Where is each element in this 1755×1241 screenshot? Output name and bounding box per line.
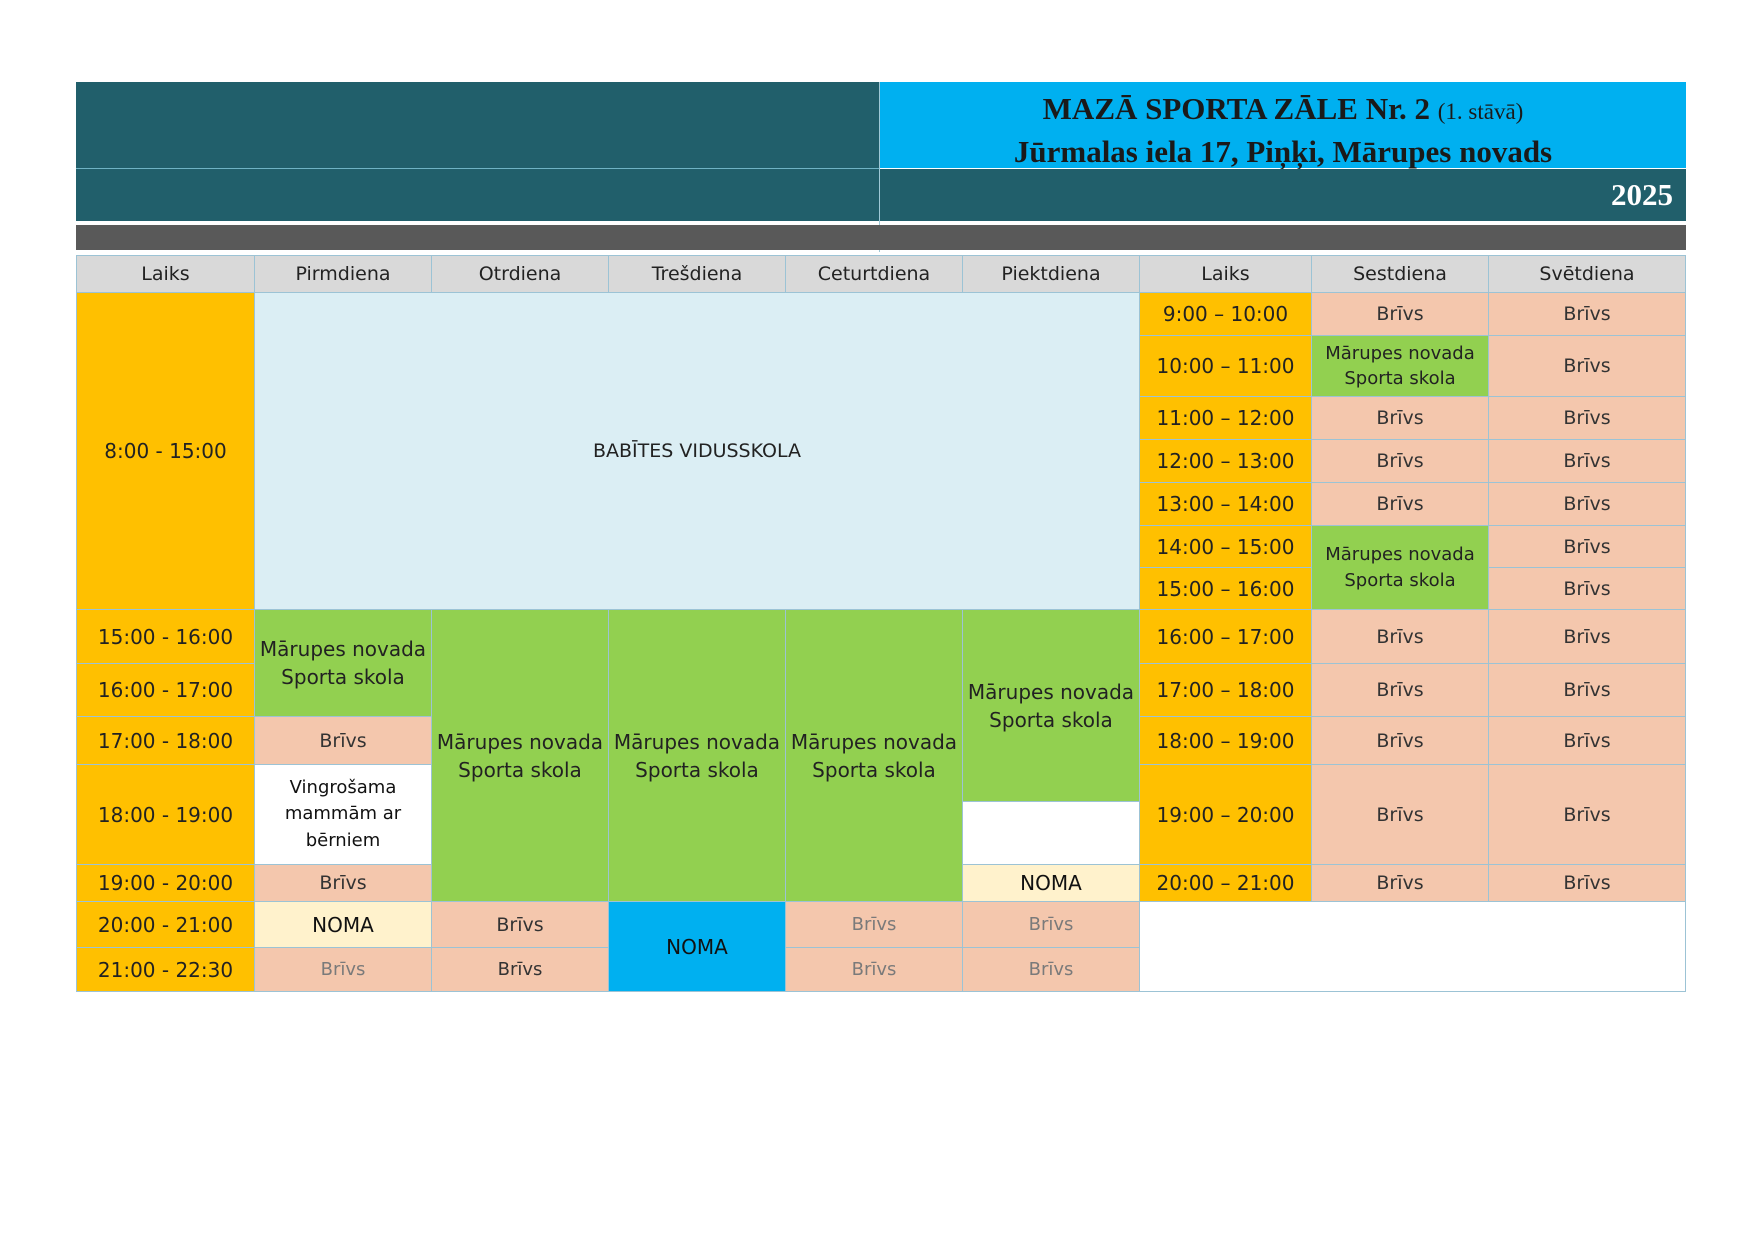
- sports-school-booking: Mārupes novada Sporta skola: [962, 609, 1140, 802]
- time-slot: 16:00 - 17:00: [76, 663, 255, 717]
- free-slot: Brīvs: [254, 716, 432, 765]
- header-left-panel: [76, 82, 879, 221]
- time-slot: 20:00 - 21:00: [76, 901, 255, 948]
- time-slot: 15:00 - 16:00: [76, 609, 255, 664]
- free-slot: Brīvs: [1311, 439, 1489, 483]
- empty-area: [1139, 901, 1686, 992]
- col-header-sunday: Svētdiena: [1488, 255, 1686, 293]
- col-header-tuesday: Otrdiena: [431, 255, 609, 293]
- free-slot: Brīvs: [254, 864, 432, 902]
- free-slot: Brīvs: [962, 901, 1140, 948]
- free-slot: Brīvs: [431, 947, 609, 992]
- empty-slot: [962, 801, 1140, 865]
- sports-school-booking: Mārupes novada Sporta skola: [608, 609, 786, 902]
- weekend-time-slot: 19:00 – 20:00: [1139, 764, 1312, 865]
- weekend-time-slot: 13:00 – 14:00: [1139, 482, 1312, 526]
- time-slot: 8:00 - 15:00: [76, 292, 255, 610]
- weekend-time-slot: 17:00 – 18:00: [1139, 663, 1312, 717]
- free-slot: Brīvs: [254, 947, 432, 992]
- free-slot: Brīvs: [1488, 439, 1686, 483]
- col-header-time: Laiks: [76, 255, 255, 293]
- rent-booking: NOMA: [254, 901, 432, 948]
- free-slot: Brīvs: [1488, 716, 1686, 765]
- col-header-wednesday: Trešdiena: [608, 255, 786, 293]
- weekend-time-slot: 10:00 – 11:00: [1139, 335, 1312, 397]
- col-header-saturday: Sestdiena: [1311, 255, 1489, 293]
- sports-school-booking: Mārupes novada Sporta skola: [254, 609, 432, 717]
- moms-gymnastics-booking: Vingrošama mammām ar bērniem: [254, 764, 432, 865]
- weekend-time-slot: 15:00 – 16:00: [1139, 567, 1312, 610]
- school-block: BABĪTES VIDUSSKOLA: [254, 292, 1140, 610]
- weekend-time-slot: 16:00 – 17:00: [1139, 609, 1312, 664]
- weekend-time-slot: 14:00 – 15:00: [1139, 525, 1312, 568]
- hall-title: MAZĀ SPORTA ZĀLE Nr. 2: [1042, 91, 1430, 126]
- free-slot: Brīvs: [1488, 764, 1686, 865]
- time-slot: 18:00 - 19:00: [76, 764, 255, 865]
- dark-divider-bar: [76, 225, 1686, 250]
- header-title-panel: MAZĀ SPORTA ZĀLE Nr. 2 (1. stāvā) Jūrmal…: [880, 82, 1686, 169]
- rent-booking: NOMA: [962, 864, 1140, 902]
- col-header-friday: Piektdiena: [962, 255, 1140, 293]
- col-header-thursday: Ceturtdiena: [785, 255, 963, 293]
- free-slot: Brīvs: [785, 947, 963, 992]
- free-slot: Brīvs: [431, 901, 609, 948]
- weekend-time-slot: 11:00 – 12:00: [1139, 396, 1312, 440]
- title-line: MAZĀ SPORTA ZĀLE Nr. 2 (1. stāvā): [880, 89, 1686, 132]
- free-slot: Brīvs: [1488, 525, 1686, 568]
- rent-booking: NOMA: [608, 901, 786, 992]
- free-slot: Brīvs: [785, 901, 963, 948]
- floor-note: (1. stāvā): [1437, 99, 1524, 124]
- free-slot: Brīvs: [1488, 663, 1686, 717]
- year: 2025: [880, 169, 1686, 221]
- sports-school-booking: Mārupes novada Sporta skola: [431, 609, 609, 902]
- free-slot: Brīvs: [962, 947, 1140, 992]
- time-slot: 17:00 - 18:00: [76, 716, 255, 765]
- col-header-time-weekend: Laiks: [1139, 255, 1312, 293]
- free-slot: Brīvs: [1311, 663, 1489, 717]
- free-slot: Brīvs: [1311, 764, 1489, 865]
- col-header-monday: Pirmdiena: [254, 255, 432, 293]
- free-slot: Brīvs: [1488, 482, 1686, 526]
- free-slot: Brīvs: [1488, 292, 1686, 336]
- sports-school-booking: Mārupes novada Sporta skola: [1311, 335, 1489, 397]
- time-slot: 21:00 - 22:30: [76, 947, 255, 992]
- weekend-time-slot: 18:00 – 19:00: [1139, 716, 1312, 765]
- weekend-time-slot: 9:00 – 10:00: [1139, 292, 1312, 336]
- header-divider: [76, 168, 879, 169]
- sports-school-booking: Mārupes novada Sporta skola: [1311, 525, 1489, 610]
- weekend-time-slot: 20:00 – 21:00: [1139, 864, 1312, 902]
- free-slot: Brīvs: [1311, 716, 1489, 765]
- free-slot: Brīvs: [1311, 609, 1489, 664]
- sports-school-booking: Mārupes novada Sporta skola: [785, 609, 963, 902]
- time-slot: 19:00 - 20:00: [76, 864, 255, 902]
- free-slot: Brīvs: [1311, 864, 1489, 902]
- free-slot: Brīvs: [1488, 396, 1686, 440]
- free-slot: Brīvs: [1311, 482, 1489, 526]
- free-slot: Brīvs: [1311, 292, 1489, 336]
- address: Jūrmalas iela 17, Piņķi, Mārupes novads: [1013, 134, 1553, 169]
- free-slot: Brīvs: [1488, 567, 1686, 610]
- free-slot: Brīvs: [1488, 864, 1686, 902]
- free-slot: Brīvs: [1488, 335, 1686, 397]
- free-slot: Brīvs: [1488, 609, 1686, 664]
- free-slot: Brīvs: [1311, 396, 1489, 440]
- weekend-time-slot: 12:00 – 13:00: [1139, 439, 1312, 483]
